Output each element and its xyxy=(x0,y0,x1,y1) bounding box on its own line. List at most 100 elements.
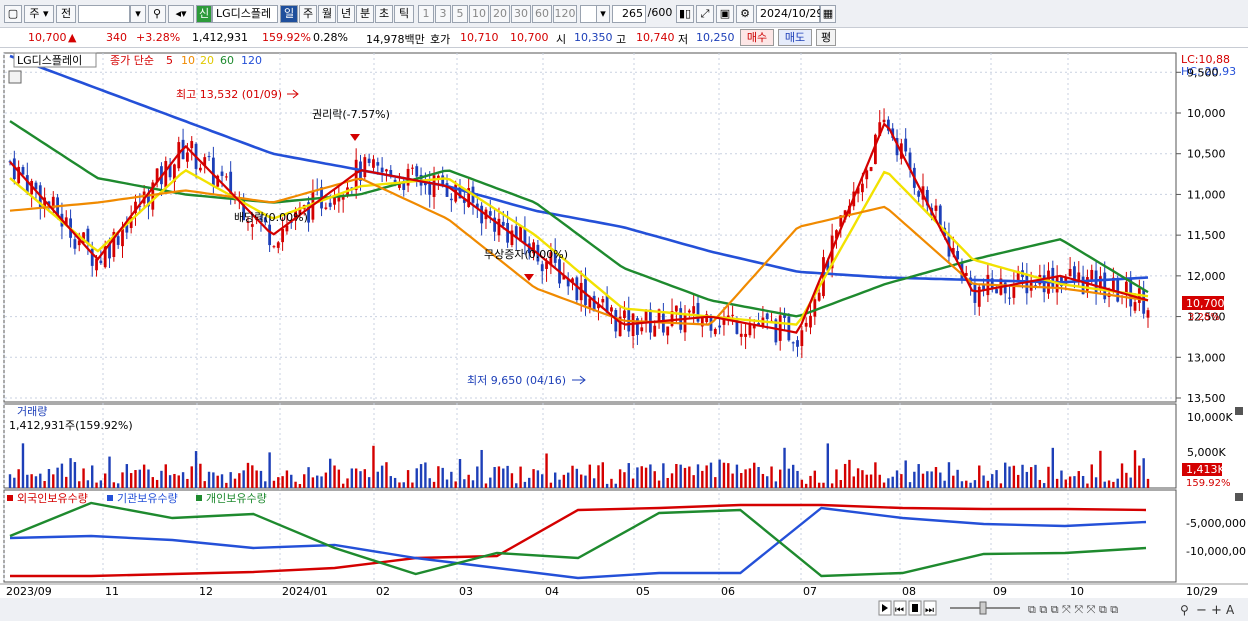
candle-body xyxy=(1008,297,1011,299)
candle-body xyxy=(540,264,544,272)
volume-bar xyxy=(285,470,289,488)
candle-body xyxy=(501,221,505,226)
preset-10[interactable]: 10 xyxy=(469,5,489,23)
volume-bar xyxy=(69,458,72,488)
custom-period-dropdown-icon[interactable]: ▾ xyxy=(596,5,610,23)
holdings-tick-10m: -10,000,00 xyxy=(1186,545,1246,558)
volume-bar xyxy=(363,469,367,488)
candle-body xyxy=(1077,272,1081,281)
open-label: 시 xyxy=(556,33,567,46)
preset-3[interactable]: 3 xyxy=(435,5,451,23)
quote-high: 10,740 xyxy=(636,31,675,44)
volume-bar xyxy=(1034,464,1037,488)
volume-bar xyxy=(515,483,518,488)
volume-bar xyxy=(316,475,319,488)
preset-1[interactable]: 1 xyxy=(418,5,434,23)
trend-tool-icon[interactable]: ⤢ xyxy=(696,5,714,23)
average-button[interactable]: 평 xyxy=(816,29,836,46)
candle-body xyxy=(95,258,98,271)
preset-120[interactable]: 120 xyxy=(553,5,577,23)
zoom-slider-handle[interactable] xyxy=(979,601,987,615)
volume-bar xyxy=(489,477,492,488)
holdings-close-icon[interactable] xyxy=(1235,493,1243,501)
volume-bar xyxy=(895,470,899,488)
volume-bar xyxy=(1142,458,1145,488)
candle-body xyxy=(731,314,735,316)
candle-body xyxy=(224,176,228,178)
prev-button[interactable]: 전 xyxy=(56,5,76,23)
tab-minute[interactable]: 분 xyxy=(356,5,374,23)
volume-bar xyxy=(450,471,453,488)
preset-20[interactable]: 20 xyxy=(490,5,510,23)
tab-month[interactable]: 월 xyxy=(318,5,336,23)
volume-bar xyxy=(969,482,972,488)
buy-button[interactable]: 매수 xyxy=(740,29,774,46)
volume-bar xyxy=(731,473,734,488)
volume-bar xyxy=(714,477,717,488)
volume-current-pct: 159.92% xyxy=(1186,478,1231,489)
volume-bar xyxy=(177,475,180,488)
volume-bar xyxy=(268,452,271,488)
volume-bar xyxy=(692,475,695,488)
volume-bar xyxy=(766,476,769,488)
volume-bar xyxy=(952,475,955,488)
volume-bar xyxy=(848,459,851,488)
plus-icon[interactable]: + xyxy=(1211,603,1222,618)
quote-price: 10,700 xyxy=(28,31,67,44)
preset-30[interactable]: 30 xyxy=(511,5,531,23)
font-size-icon[interactable]: A xyxy=(1226,603,1235,617)
window-icon[interactable]: ▢ xyxy=(4,5,22,23)
candle-body xyxy=(804,322,808,327)
volume-bar xyxy=(17,469,20,488)
volume-bar xyxy=(476,466,479,488)
volume-bar xyxy=(203,481,206,488)
volume-bar xyxy=(350,468,354,488)
candle-body xyxy=(934,205,938,211)
ma-label-5: 5 xyxy=(166,54,173,67)
tab-second[interactable]: 초 xyxy=(375,5,393,23)
volume-close-icon[interactable] xyxy=(1235,407,1243,415)
candle-body xyxy=(281,228,285,243)
tab-week[interactable]: 주 xyxy=(299,5,317,23)
tab-tick[interactable]: 틱 xyxy=(394,5,414,23)
tool-icons[interactable]: ⧉ ⧉ ⧉ ⤧ ⤧ ⤧ ⧉ ⧉ xyxy=(1028,603,1118,616)
calendar-icon[interactable]: ▦ xyxy=(820,5,836,23)
preset-5[interactable]: 5 xyxy=(452,5,468,23)
volume-bar xyxy=(103,473,107,488)
count-input[interactable]: 265 xyxy=(612,5,646,23)
minus-icon[interactable]: − xyxy=(1196,603,1207,618)
gear-icon[interactable]: ⚙ xyxy=(736,5,754,23)
event-dividend: 배당락(0.00%) xyxy=(234,211,308,224)
date-input[interactable]: 2024/10/29 xyxy=(756,5,823,23)
stock-name-field[interactable]: LG디스플레 xyxy=(212,5,278,23)
table-icon[interactable] xyxy=(8,70,22,84)
search-icon[interactable]: ⚲ xyxy=(148,5,166,23)
volume-bar xyxy=(536,470,540,488)
candle-type-icon[interactable]: ▮▯ xyxy=(676,5,694,23)
volume-bar xyxy=(39,473,42,488)
preset-60[interactable]: 60 xyxy=(532,5,552,23)
quote-turnover: 0.28% xyxy=(313,31,348,44)
code-input[interactable]: 034220 xyxy=(78,5,130,23)
volume-bar xyxy=(1047,466,1050,488)
volume-bar xyxy=(878,474,881,488)
volume-bar xyxy=(432,481,436,488)
x-tick-label: 12 xyxy=(199,585,213,598)
tab-year[interactable]: 년 xyxy=(337,5,355,23)
sell-button[interactable]: 매도 xyxy=(778,29,812,46)
candle-body xyxy=(787,316,791,341)
volume-bar xyxy=(441,467,444,488)
volume-bar xyxy=(900,474,903,488)
period-select[interactable]: 주 ▾ xyxy=(24,5,54,23)
volume-bar xyxy=(190,466,193,488)
zoom-out-icon[interactable]: ⚲ xyxy=(1180,603,1189,617)
speaker-icon[interactable]: ◂▾ xyxy=(168,5,194,23)
code-dropdown-icon[interactable]: ▾ xyxy=(130,5,146,23)
volume-bar xyxy=(956,469,959,488)
volume-bar xyxy=(13,477,16,488)
volume-bar xyxy=(592,478,596,488)
volume-bar xyxy=(904,460,907,488)
save-icon[interactable]: ▣ xyxy=(716,5,734,23)
chart-area[interactable]: LG디스플레이 종가 단순 5 10 20 60 120 LC:10,88 HC… xyxy=(0,48,1248,621)
tab-day[interactable]: 일 xyxy=(280,5,298,23)
